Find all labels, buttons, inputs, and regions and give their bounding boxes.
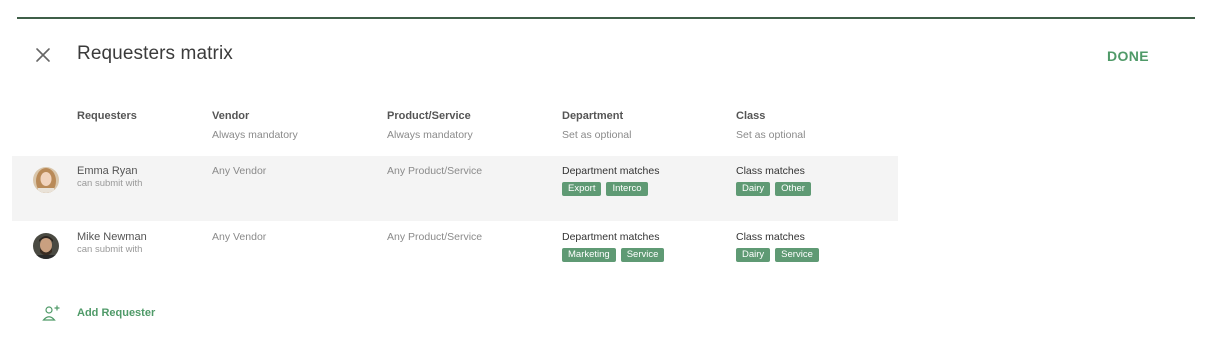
- requester-sub: can submit with: [77, 178, 143, 189]
- department-cell[interactable]: Department matches Export Interco: [562, 165, 659, 196]
- requester-sub: can submit with: [77, 244, 143, 255]
- tag: Export: [562, 182, 602, 196]
- avatar: [33, 167, 59, 193]
- page-title: Requesters matrix: [77, 43, 233, 64]
- department-match-label: Department matches: [562, 165, 660, 177]
- close-icon[interactable]: [32, 44, 54, 66]
- top-divider: [17, 17, 1195, 19]
- vendor-value: Any Vendor: [212, 165, 267, 177]
- class-tags: Dairy Service: [736, 248, 819, 262]
- column-header-label: Requesters: [77, 110, 137, 122]
- class-cell[interactable]: Class matches Dairy Service: [736, 231, 819, 262]
- done-button[interactable]: DONE: [1107, 48, 1149, 64]
- tag: Marketing: [562, 248, 616, 262]
- column-header-vendor: Vendor Always mandatory: [212, 110, 298, 141]
- avatar-image-mike: [33, 233, 59, 259]
- department-match-label: Department matches: [562, 231, 660, 243]
- requester-cell: Mike Newman can submit with: [77, 231, 147, 255]
- column-header-label: Product/Service: [387, 110, 471, 122]
- column-header-sub[interactable]: Set as optional: [736, 129, 805, 141]
- column-header-sub[interactable]: Set as optional: [562, 129, 631, 141]
- requester-name: Emma Ryan: [77, 165, 138, 177]
- tag: Service: [620, 248, 665, 262]
- avatar: [33, 233, 59, 259]
- column-header-department: Department Set as optional: [562, 110, 631, 141]
- add-requester-label: Add Requester: [77, 307, 156, 319]
- class-match-label: Class matches: [736, 231, 805, 243]
- product-value: Any Product/Service: [387, 165, 483, 177]
- column-header-label: Class: [736, 110, 766, 122]
- requester-cell: Emma Ryan can submit with: [77, 165, 142, 189]
- department-tags: Marketing Service: [562, 248, 665, 262]
- requester-name: Mike Newman: [77, 231, 147, 243]
- class-cell[interactable]: Class matches Dairy Other: [736, 165, 811, 196]
- column-header-sub: Always mandatory: [212, 129, 298, 141]
- column-header-label: Department: [562, 110, 624, 122]
- class-match-label: Class matches: [736, 165, 805, 177]
- tag: Dairy: [736, 182, 771, 196]
- class-tags: Dairy Other: [736, 182, 811, 196]
- column-header-sub: Always mandatory: [387, 129, 473, 141]
- department-tags: Export Interco: [562, 182, 659, 196]
- avatar-image-emma: [33, 167, 59, 193]
- product-value: Any Product/Service: [387, 231, 483, 243]
- column-header-requesters: Requesters: [77, 110, 137, 122]
- add-user-icon: [42, 305, 60, 321]
- add-requester-button[interactable]: Add Requester: [42, 304, 155, 322]
- tag: Interco: [606, 182, 648, 196]
- column-header-label: Vendor: [212, 110, 250, 122]
- department-cell[interactable]: Department matches Marketing Service: [562, 231, 665, 262]
- tag: Other: [775, 182, 811, 196]
- vendor-value: Any Vendor: [212, 231, 267, 243]
- tag: Service: [775, 248, 819, 262]
- column-header-class: Class Set as optional: [736, 110, 805, 141]
- column-header-product: Product/Service Always mandatory: [387, 110, 473, 141]
- tag: Dairy: [736, 248, 771, 262]
